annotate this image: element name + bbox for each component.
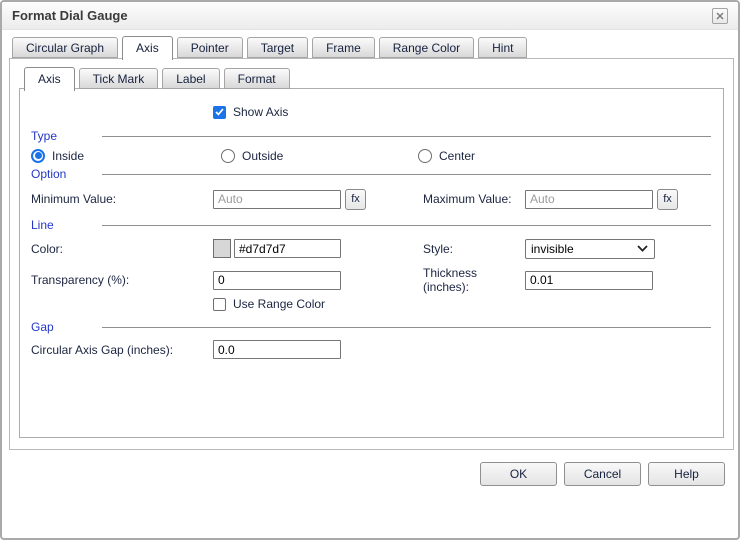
gap-section-header: Gap: [20, 319, 723, 335]
main-tab-bar: Circular Graph Axis Pointer Target Frame…: [12, 37, 527, 60]
subtab-tick-mark[interactable]: Tick Mark: [79, 68, 159, 89]
circular-axis-gap-input[interactable]: [213, 340, 341, 359]
close-icon: [716, 12, 724, 20]
line-section-header: Line: [20, 217, 723, 233]
section-divider: [102, 327, 711, 328]
transparency-label: Transparency (%):: [31, 273, 213, 287]
color-input[interactable]: [234, 239, 341, 258]
cancel-button[interactable]: Cancel: [564, 462, 641, 486]
section-divider: [102, 174, 711, 175]
section-divider: [102, 136, 711, 137]
axis-subtab-panel: Show Axis Type Inside Outside Center: [19, 88, 724, 438]
minimum-fx-button[interactable]: fx: [345, 189, 366, 210]
axis-tab-panel: Axis Tick Mark Label Format Show Axis Ty…: [9, 58, 734, 450]
use-range-color-label: Use Range Color: [233, 297, 325, 311]
style-select[interactable]: invisible: [525, 239, 655, 259]
circular-axis-gap-label: Circular Axis Gap (inches):: [31, 343, 213, 357]
use-range-color-row: Use Range Color: [213, 296, 723, 312]
format-dial-gauge-dialog: Format Dial Gauge Circular Graph Axis Po…: [0, 0, 740, 540]
close-button[interactable]: [712, 8, 728, 24]
tab-pointer[interactable]: Pointer: [177, 37, 243, 58]
ok-button[interactable]: OK: [480, 462, 557, 486]
use-range-color-checkbox[interactable]: [213, 298, 226, 311]
style-select-value: invisible: [531, 242, 574, 256]
show-axis-label: Show Axis: [233, 105, 288, 119]
check-icon: [215, 108, 224, 116]
subtab-axis[interactable]: Axis: [24, 67, 75, 91]
inside-radio[interactable]: [31, 149, 45, 163]
tab-target[interactable]: Target: [247, 37, 308, 58]
section-divider: [102, 225, 711, 226]
tab-range-color[interactable]: Range Color: [379, 37, 474, 58]
option-section-label: Option: [31, 167, 102, 181]
center-radio[interactable]: [418, 149, 432, 163]
style-label: Style:: [423, 242, 525, 256]
transparency-input[interactable]: [213, 271, 341, 290]
type-section-label: Type: [31, 129, 102, 143]
min-max-row: Minimum Value: fx Maximum Value: fx: [20, 188, 723, 210]
maximum-fx-button[interactable]: fx: [657, 189, 678, 210]
type-option-outside[interactable]: Outside: [221, 149, 418, 163]
show-axis-checkbox[interactable]: [213, 106, 226, 119]
thickness-input[interactable]: [525, 271, 653, 290]
subtab-label[interactable]: Label: [162, 68, 219, 89]
inside-radio-label: Inside: [52, 149, 84, 163]
type-option-inside[interactable]: Inside: [31, 149, 221, 163]
gap-section-label: Gap: [31, 320, 102, 334]
chevron-down-icon: [637, 245, 648, 252]
minimum-value-label: Minimum Value:: [31, 192, 213, 206]
dialog-footer: OK Cancel Help: [480, 462, 725, 486]
type-section-header: Type: [20, 128, 723, 144]
type-option-center[interactable]: Center: [418, 149, 723, 163]
transparency-thickness-row: Transparency (%): Thickness (inches):: [20, 266, 723, 287]
maximum-value-input[interactable]: [525, 190, 653, 209]
tab-frame[interactable]: Frame: [312, 37, 375, 58]
option-section-header: Option: [20, 166, 723, 182]
color-label: Color:: [31, 242, 213, 256]
maximum-value-label: Maximum Value:: [423, 192, 525, 206]
minimum-value-input[interactable]: [213, 190, 341, 209]
tab-hint[interactable]: Hint: [478, 37, 527, 58]
dialog-titlebar: Format Dial Gauge: [2, 2, 738, 30]
outside-radio[interactable]: [221, 149, 235, 163]
color-style-row: Color: Style: invisible: [20, 238, 723, 259]
circular-axis-gap-row: Circular Axis Gap (inches):: [20, 339, 723, 360]
line-section-label: Line: [31, 218, 102, 232]
tab-axis[interactable]: Axis: [122, 36, 173, 60]
help-button[interactable]: Help: [648, 462, 725, 486]
show-axis-row: Show Axis: [213, 103, 723, 121]
type-radio-row: Inside Outside Center: [20, 147, 723, 164]
subtab-format[interactable]: Format: [224, 68, 290, 89]
tab-circular-graph[interactable]: Circular Graph: [12, 37, 118, 58]
center-radio-label: Center: [439, 149, 475, 163]
color-swatch[interactable]: [213, 239, 231, 258]
outside-radio-label: Outside: [242, 149, 283, 163]
dialog-title: Format Dial Gauge: [12, 8, 712, 23]
thickness-label: Thickness (inches):: [423, 266, 525, 294]
sub-tab-bar: Axis Tick Mark Label Format: [24, 68, 290, 91]
